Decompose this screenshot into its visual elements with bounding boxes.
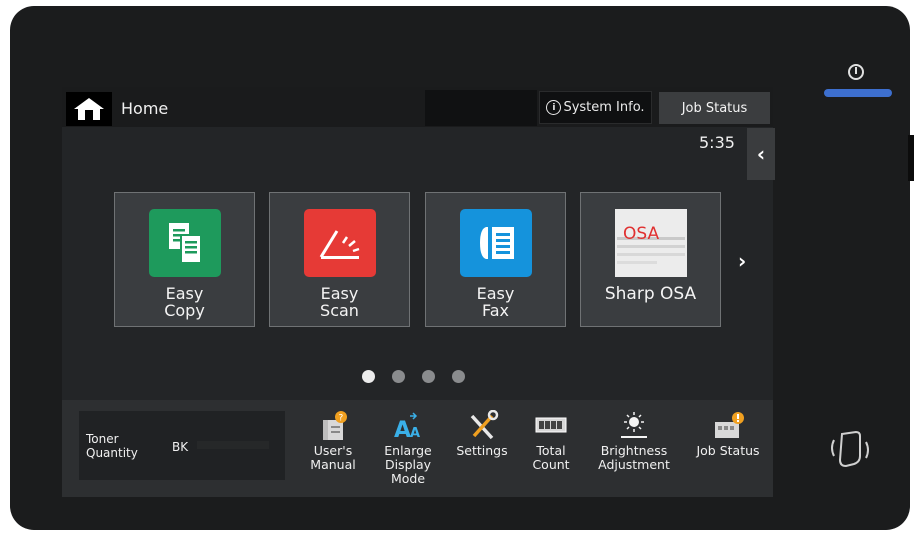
tile-label-line2: Fax: [481, 301, 509, 320]
bottom-item-label: Job Status: [696, 443, 760, 458]
clock: 5:35: [699, 133, 735, 152]
nfc-touch-area: [826, 426, 876, 474]
home-label: Home: [121, 99, 169, 118]
bottom-item-label: Enlarge: [384, 443, 432, 458]
toner-label-line1: Toner: [86, 432, 119, 446]
job-status-button[interactable]: Job Status: [659, 92, 770, 124]
system-info-button[interactable]: i System Info.: [539, 91, 652, 124]
job-status-shortcut-button[interactable]: Job Status: [689, 410, 767, 458]
toner-level-bar: [197, 441, 269, 449]
manual-icon: ?: [315, 410, 351, 442]
home-icon: [74, 98, 104, 120]
chevron-right-icon: ›: [738, 249, 747, 273]
enlarge-icon: A A: [390, 410, 426, 442]
users-manual-button[interactable]: ? User's Manual: [304, 410, 362, 472]
toner-label-line2: Quantity: [86, 446, 138, 460]
easy-fax-tile[interactable]: Easy Fax: [425, 192, 566, 327]
home-button[interactable]: [66, 92, 112, 126]
tile-label-line1: Easy: [165, 284, 204, 303]
settings-icon: [464, 410, 500, 442]
bottom-item-label: Settings: [456, 443, 508, 458]
bottom-item-label: Display: [384, 457, 432, 472]
info-icon: i: [546, 100, 562, 115]
sharp-osa-tile[interactable]: OSA Sharp OSA: [580, 192, 721, 327]
scan-icon: [304, 209, 376, 277]
copy-icon: [149, 209, 221, 277]
fax-icon: [460, 209, 532, 277]
page-dot[interactable]: [452, 370, 465, 383]
collapse-panel-button[interactable]: ‹: [747, 128, 775, 180]
page-dot[interactable]: [422, 370, 435, 383]
bottom-item-label: User's: [313, 443, 353, 458]
system-info-label: System Info.: [563, 100, 645, 115]
bottom-item-label: Mode: [390, 471, 426, 486]
status-led: [824, 89, 892, 97]
enlarge-display-mode-button[interactable]: A A Enlarge Display Mode: [378, 410, 438, 486]
page-dot-active[interactable]: [362, 370, 375, 383]
nfc-icon: [831, 430, 869, 468]
osa-icon: OSA: [615, 209, 687, 277]
svg-text:A: A: [410, 426, 420, 441]
svg-text:A: A: [394, 418, 411, 442]
power-button[interactable]: [848, 64, 864, 80]
bottom-item-label: Total: [536, 443, 566, 458]
job-status-icon: [710, 410, 746, 442]
tile-label-line2: Copy: [164, 301, 205, 320]
tile-label: Sharp OSA: [604, 284, 697, 304]
counter-icon: [533, 410, 569, 442]
svg-text:?: ?: [339, 414, 344, 424]
bottom-item-label: Manual: [310, 457, 356, 472]
total-count-button[interactable]: Total Count: [524, 410, 578, 472]
page-dot[interactable]: [392, 370, 405, 383]
osa-logo-text: OSA: [623, 224, 659, 244]
bottom-item-label: Brightness: [600, 443, 668, 458]
brightness-icon: [616, 410, 652, 442]
brightness-adjustment-button[interactable]: Brightness Adjustment: [592, 410, 676, 472]
tile-label-line2: Scan: [320, 301, 359, 320]
settings-button[interactable]: Settings: [451, 410, 513, 458]
tile-label-line1: Easy: [320, 284, 359, 303]
status-area: [425, 90, 537, 126]
bottom-item-label: Adjustment: [598, 457, 670, 472]
next-page-button[interactable]: ›: [738, 249, 746, 273]
tile-label-line1: Easy: [476, 284, 515, 303]
panel-edge: [908, 135, 914, 181]
chevron-left-icon: ‹: [756, 142, 766, 166]
toner-bk-label: BK: [172, 440, 189, 454]
bottom-item-label: Count: [532, 457, 570, 472]
easy-scan-tile[interactable]: Easy Scan: [269, 192, 410, 327]
page-indicator: [362, 370, 465, 383]
easy-copy-tile[interactable]: Easy Copy: [114, 192, 255, 327]
